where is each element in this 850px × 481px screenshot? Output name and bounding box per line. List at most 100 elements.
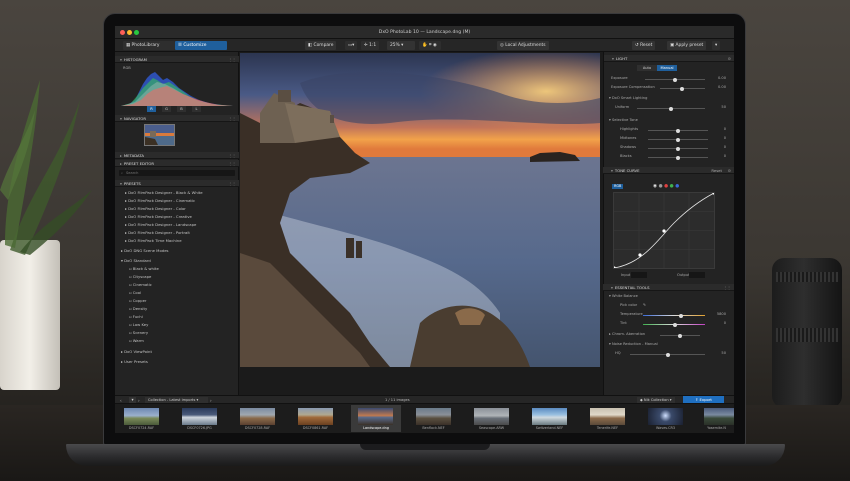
shadows-value[interactable]: 0 [724,145,726,149]
options-icon[interactable]: ⋮⋮ [228,115,236,122]
exposure-comp-value[interactable]: 0.00 [718,85,726,89]
export-button[interactable]: ⇪ Export [683,396,724,403]
preset-group[interactable]: ▸ User Presets [121,359,148,364]
blacks-slider[interactable] [648,155,708,160]
slider-knob[interactable] [673,77,677,82]
exposure-comp-slider[interactable] [660,86,705,91]
chevron-left-icon[interactable]: ‹ [120,398,122,403]
filter-icon[interactable]: ▾ [129,397,136,403]
chevron-right-icon[interactable]: › [138,398,140,403]
chrom-aberration-toggle[interactable] [660,333,700,338]
options-icon[interactable]: ⋮⋮ [228,180,236,187]
exposure-slider[interactable] [645,77,705,82]
reset-button[interactable]: ↺ Reset [632,41,656,50]
chevron-right-icon[interactable]: › [210,398,212,403]
preset-item[interactable]: ▫ Black & white [129,266,159,271]
preset-group[interactable]: ▸ DxO ViewPoint [121,349,152,354]
slider-knob[interactable] [676,128,680,133]
preset-item[interactable]: ▫ Scenery [129,330,148,335]
rgb-channel-button[interactable]: RGB [612,184,624,189]
preset-item[interactable]: ▸ DxO FilmPack Designer - Black & White [125,190,203,195]
preset-item[interactable]: ▫ Warm [129,338,144,343]
hq-value[interactable]: 50 [721,351,726,355]
slider-knob[interactable] [676,146,680,151]
layout-menu[interactable]: ▭▾ [345,41,358,50]
preset-item[interactable]: ▫ Density [129,306,147,311]
apply-preset-button[interactable]: ▣ Apply preset [667,41,707,50]
film-thumb[interactable]: Tenerife.NEF [585,405,630,432]
noise-reduction-label[interactable]: ▾ Noise Reduction - Manual [609,342,658,346]
more-button[interactable]: ▾ [712,41,721,50]
preset-item[interactable]: ▸ DxO FilmPack Designer - Creative [125,214,192,219]
midtones-slider[interactable] [648,137,708,142]
image-viewer[interactable] [239,52,603,395]
preset-item[interactable]: ▸ DxO FilmPack Designer - Color [125,206,186,211]
preset-item[interactable]: ▸ DxO FilmPack Designer - Portrait [125,230,190,235]
tint-value[interactable]: 0 [724,321,726,325]
preset-item[interactable]: ▫ Cityscape [129,274,151,279]
midtones-value[interactable]: 0 [724,136,726,140]
curve-output-field[interactable] [689,272,705,278]
compare-button[interactable]: ◧ Compare [305,41,337,50]
histogram-header[interactable]: ▾ HISTOGRAM ⋮⋮ [115,56,239,63]
temperature-value[interactable]: 5800 [717,312,726,316]
navigator-thumbnail[interactable] [144,124,175,146]
hq-slider[interactable] [630,352,705,357]
uniform-slider[interactable] [637,106,705,111]
tone-curve-reset[interactable]: Reset [711,167,722,174]
channel-b-button[interactable]: B [177,106,186,112]
film-thumb[interactable]: Waves.CR3 [643,405,688,432]
blue-dot-icon[interactable]: ● [675,184,681,189]
exposure-value[interactable]: 0.00 [718,76,726,80]
local-adjustments-button[interactable]: ◎ Local Adjustments [497,41,549,50]
slider-knob[interactable] [676,155,680,160]
slider-knob[interactable] [673,322,677,327]
gear-icon[interactable]: ⚙ [728,55,731,62]
presets-header[interactable]: ▾ PRESETS ⋮⋮ [115,180,239,187]
view-tools[interactable]: ✋⌗◉ [419,41,442,50]
uniform-value[interactable]: 50 [721,105,726,109]
essential-tools-header[interactable]: ▾ ESSENTIAL TOOLS ⋮⋮ [603,284,734,291]
tone-curve-header[interactable]: ▾ TONE CURVE Reset ⚙ [603,167,734,174]
channel-r-button[interactable]: R [147,106,156,112]
zoom-select[interactable]: 25% ▾ [387,41,415,50]
film-thumb[interactable]: Seascape.ARW [469,405,514,432]
film-thumb[interactable]: Benflock.NEF [411,405,456,432]
preset-group[interactable]: ▾ DxO Standard [121,258,151,263]
film-thumb[interactable]: DSCF0728.RAF [235,405,280,432]
eyedropper-icon[interactable]: ✎ [643,303,646,307]
auto-button[interactable]: Auto [637,65,657,71]
film-thumb[interactable]: DSCF0726.JPG [177,405,222,432]
preset-item[interactable]: ▫ Cinematic [129,282,152,287]
nik-collection-button[interactable]: ◆ Nik Collection ▾ [637,397,675,403]
fit-button[interactable]: ✛ 1:1 [361,41,380,50]
slider-knob[interactable] [679,313,683,318]
film-thumb[interactable]: Yosemite.N [699,405,734,432]
film-thumb[interactable]: DSCF0724.RAF [119,405,164,432]
smart-lighting-label[interactable]: ▾ DxO Smart Lighting [609,96,647,100]
tab-customize[interactable]: ☰ Customize [175,41,227,50]
highlights-value[interactable]: 0 [724,127,726,131]
chrom-aberration-label[interactable]: ▸ Chrom. Aberration [609,332,645,336]
collection-select[interactable]: Collection - Latest imports ▾ [145,397,208,403]
options-icon[interactable]: ⋮⋮ [228,56,236,63]
metadata-header[interactable]: ▸ METADATA ⋮⋮ [115,152,239,159]
preset-editor-header[interactable]: ▸ PRESET EDITOR ⋮⋮ [115,160,239,167]
options-icon[interactable]: ⋮⋮ [228,152,236,159]
gear-icon[interactable]: ⚙ [728,167,731,174]
navigator-header[interactable]: ▾ NAVIGATOR ⋮⋮ [115,115,239,122]
manual-button[interactable]: Manual [657,65,677,71]
slider-knob[interactable] [680,86,684,91]
temperature-slider[interactable] [643,313,705,318]
preset-group[interactable]: ▸ DxO DNG Scene Modes [121,248,169,253]
slider-knob[interactable] [666,352,670,357]
channel-g-button[interactable]: G [162,106,171,112]
film-thumb[interactable]: Switzerland.NEF [527,405,572,432]
preset-item[interactable]: ▫ Cool [129,290,141,295]
tab-photolibrary[interactable]: ▦ PhotoLibrary [123,41,175,50]
preset-search-input[interactable]: ⌕ Search [119,170,235,176]
preset-item[interactable]: ▸ DxO FilmPack Designer - Landscape [125,222,196,227]
white-balance-label[interactable]: ▾ White Balance [609,294,638,298]
selective-tone-label[interactable]: ▾ Selective Tone [609,118,638,122]
preset-item[interactable]: ▸ DxO FilmPack Designer - Cinematic [125,198,195,203]
